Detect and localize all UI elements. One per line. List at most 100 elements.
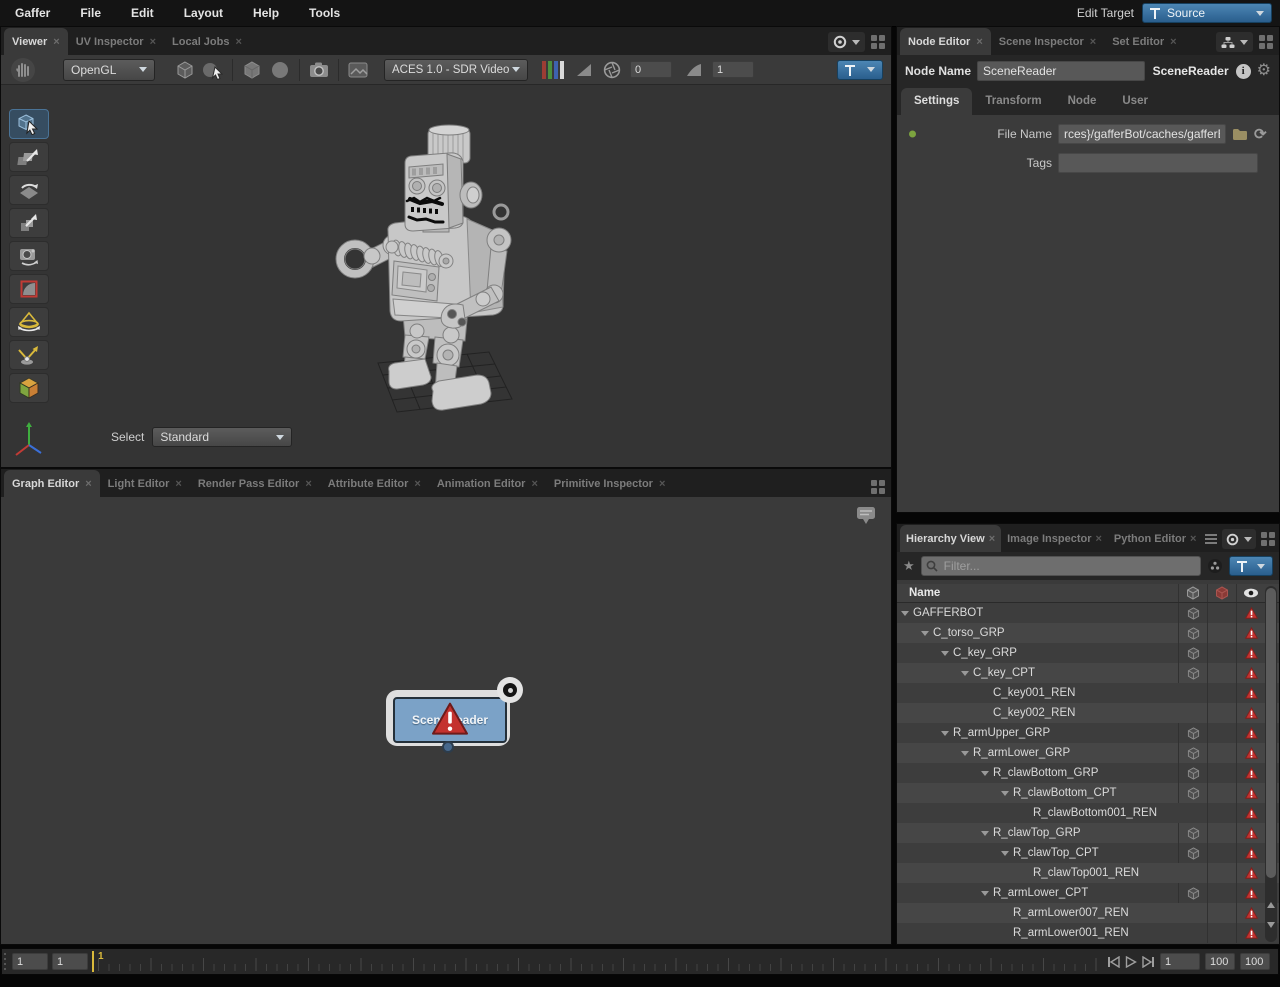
expander-icon[interactable]	[897, 611, 913, 616]
scrollbar[interactable]	[1265, 586, 1277, 942]
red-cube-cell[interactable]	[1207, 883, 1236, 903]
playback-end-input[interactable]	[1205, 953, 1235, 970]
tree-row[interactable]: R_clawBottom001_REN	[897, 803, 1279, 823]
red-cube-cell[interactable]	[1207, 663, 1236, 683]
red-cube-cell[interactable]	[1207, 783, 1236, 803]
expander-icon[interactable]	[937, 731, 953, 736]
exposure-button[interactable]	[570, 57, 598, 83]
viewer-pin-dropdown[interactable]	[837, 60, 883, 80]
follow-node-menu-button[interactable]	[1216, 32, 1253, 52]
scene-cube-cell[interactable]	[1178, 723, 1207, 743]
light-tool[interactable]	[9, 307, 49, 337]
hierarchy-tab[interactable]: Python Editor	[1108, 525, 1201, 552]
close-icon[interactable]	[175, 478, 181, 490]
timeline-grip[interactable]	[4, 953, 6, 971]
tree-row[interactable]: R_clawTop001_REN	[897, 863, 1279, 883]
node-output-port[interactable]	[442, 741, 454, 753]
robot-3d-model[interactable]	[331, 109, 561, 419]
red-cube-cell[interactable]	[1207, 683, 1236, 703]
visibility-cell[interactable]	[1236, 923, 1265, 943]
visibility-cell[interactable]	[1236, 863, 1265, 883]
expander-icon[interactable]	[977, 831, 993, 836]
filter-field[interactable]	[921, 556, 1201, 576]
edit-target-dropdown[interactable]: Source	[1142, 3, 1272, 23]
close-icon[interactable]	[305, 478, 311, 490]
red-cube-cell[interactable]	[1207, 763, 1236, 783]
scene-cube-cell[interactable]	[1178, 843, 1207, 863]
red-cube-cell[interactable]	[1207, 803, 1236, 823]
visibility-cell[interactable]	[1236, 743, 1265, 763]
red-cube-cell[interactable]	[1207, 623, 1236, 643]
red-cube-cell[interactable]	[1207, 723, 1236, 743]
graph-tab[interactable]: Primitive Inspector	[546, 470, 673, 497]
tree-row[interactable]: R_armLower_GRP	[897, 743, 1279, 763]
close-icon[interactable]	[235, 36, 241, 48]
visibility-cell[interactable]	[1236, 783, 1265, 803]
graph-canvas[interactable]: SceneReader	[1, 497, 891, 944]
tree-row[interactable]: R_armUpper_GRP	[897, 723, 1279, 743]
node-connector-icon[interactable]	[497, 677, 523, 703]
node-editor-tab[interactable]: Node Editor	[900, 28, 991, 55]
red-cube-column-header[interactable]	[1207, 584, 1236, 602]
tags-input[interactable]	[1058, 153, 1258, 173]
scrollbar-thumb[interactable]	[1266, 588, 1276, 878]
shading-solid-button[interactable]	[238, 57, 266, 83]
node-name-input[interactable]	[977, 61, 1145, 81]
close-icon[interactable]	[1095, 533, 1101, 545]
menu-item[interactable]: Gaffer	[0, 0, 65, 26]
close-icon[interactable]	[1090, 36, 1096, 48]
graph-tab[interactable]: Light Editor	[100, 470, 190, 497]
skip-to-start-icon[interactable]	[1107, 956, 1120, 968]
red-cube-cell[interactable]	[1207, 643, 1236, 663]
pause-hand-button[interactable]	[9, 57, 37, 83]
graph-tab[interactable]: Attribute Editor	[320, 470, 429, 497]
selection-tool[interactable]	[9, 109, 49, 139]
visibility-cell[interactable]	[1236, 663, 1265, 683]
expander-icon[interactable]	[997, 791, 1013, 796]
graph-tab[interactable]: Graph Editor	[4, 470, 100, 497]
visibility-cell[interactable]	[1236, 603, 1265, 623]
menu-item[interactable]: Layout	[169, 0, 238, 26]
timeline-field-1[interactable]	[12, 953, 48, 970]
red-cube-cell[interactable]	[1207, 603, 1236, 623]
scene-cube-cell[interactable]	[1178, 883, 1207, 903]
expander-icon[interactable]	[977, 891, 993, 896]
red-cube-cell[interactable]	[1207, 903, 1236, 923]
red-cube-cell[interactable]	[1207, 923, 1236, 943]
visibility-cell[interactable]	[1236, 643, 1265, 663]
red-cube-cell[interactable]	[1207, 843, 1236, 863]
camera-tool[interactable]	[9, 241, 49, 271]
close-icon[interactable]	[531, 478, 537, 490]
translate-tool[interactable]	[9, 142, 49, 172]
layout-grid-icon[interactable]	[1261, 532, 1275, 546]
menu-item[interactable]: Tools	[294, 0, 355, 26]
tree-row[interactable]: C_key001_REN	[897, 683, 1279, 703]
scroll-up-icon[interactable]	[1267, 902, 1275, 910]
viewer-tab[interactable]: Viewer	[4, 28, 68, 55]
cube-column-header[interactable]	[1178, 584, 1207, 602]
scene-cube-cell[interactable]	[1178, 763, 1207, 783]
red-cube-cell[interactable]	[1207, 823, 1236, 843]
viewer-target-menu-button[interactable]	[828, 32, 865, 52]
close-icon[interactable]	[53, 36, 59, 48]
display-transform-dropdown[interactable]: ACES 1.0 - SDR Video	[384, 59, 528, 81]
menu-item[interactable]: Edit	[116, 0, 169, 26]
sphere-shading-button[interactable]	[266, 57, 294, 83]
close-icon[interactable]	[85, 478, 91, 490]
hierarchy-target-menu-button[interactable]	[1222, 529, 1256, 549]
playback-start-input[interactable]	[1160, 953, 1200, 970]
gamma-input[interactable]	[712, 61, 754, 78]
tree-row[interactable]: R_armLower007_REN	[897, 903, 1279, 923]
visualiser-tool[interactable]	[9, 373, 49, 403]
close-icon[interactable]	[1190, 533, 1196, 545]
layout-grid-icon[interactable]	[871, 480, 885, 494]
set-filter-icon[interactable]	[1207, 558, 1223, 574]
layout-grid-icon[interactable]	[871, 35, 885, 49]
current-frame-marker[interactable]	[92, 951, 94, 972]
close-icon[interactable]	[976, 36, 982, 48]
red-cube-cell[interactable]	[1207, 703, 1236, 723]
node-editor-tab[interactable]: Scene Inspector	[991, 28, 1104, 55]
star-icon[interactable]	[903, 558, 915, 574]
tree-row[interactable]: C_key002_REN	[897, 703, 1279, 723]
subtab[interactable]: Settings	[901, 88, 972, 115]
